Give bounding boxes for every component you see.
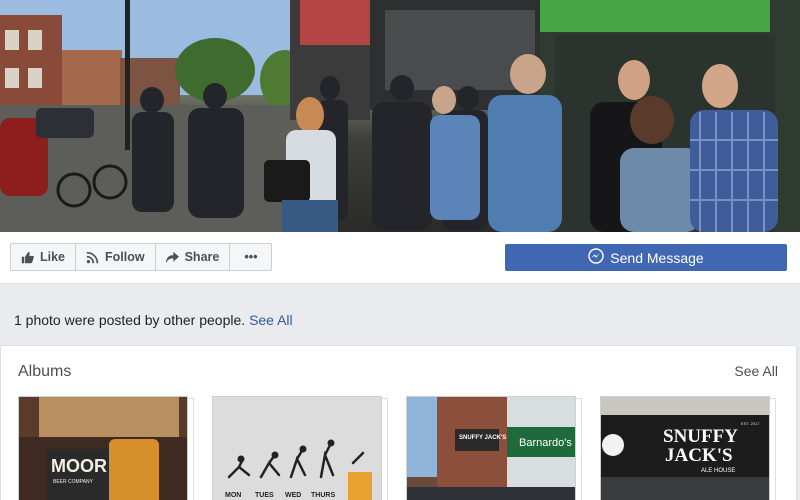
share-label: Share bbox=[184, 250, 220, 264]
album-2-day-wed: WED bbox=[285, 492, 301, 499]
like-button[interactable]: Like bbox=[10, 243, 77, 271]
album-item[interactable]: EST. 2017 SNUFFY JACK'S ALE HOUSE bbox=[600, 396, 776, 500]
share-button[interactable]: Share bbox=[154, 243, 231, 271]
rss-follow-icon bbox=[86, 251, 99, 264]
page-action-bar: Like Follow Share ••• Send Message bbox=[0, 232, 800, 284]
share-arrow-icon bbox=[165, 251, 179, 264]
cover-photo[interactable] bbox=[0, 0, 800, 232]
album-item[interactable]: MON TUES WED THURS bbox=[212, 396, 388, 500]
album-cover-thumbnail[interactable]: MOOR BEER COMPANY bbox=[18, 396, 188, 500]
album-2-day-thurs: THURS bbox=[311, 492, 335, 499]
album-1-sign-sub: BEER COMPANY bbox=[53, 479, 94, 485]
album-cover-image: MOOR BEER COMPANY bbox=[19, 397, 187, 500]
cover-photo-image bbox=[0, 0, 800, 232]
album-2-day-tues: TUES bbox=[255, 492, 274, 499]
album-4-est-text: EST. 2017 bbox=[741, 421, 760, 426]
album-3-shop-text: Barnardo's bbox=[519, 437, 572, 449]
album-cover-image: MON TUES WED THURS bbox=[213, 397, 381, 500]
posted-by-others-see-all-link[interactable]: See All bbox=[249, 312, 293, 328]
album-item[interactable]: SNUFFY JACK'S Barnardo's bbox=[406, 396, 582, 500]
more-dots-icon: ••• bbox=[244, 250, 258, 264]
follow-button[interactable]: Follow bbox=[75, 243, 156, 271]
album-cover-thumbnail[interactable]: MON TUES WED THURS bbox=[212, 396, 382, 500]
album-cover-image: EST. 2017 SNUFFY JACK'S ALE HOUSE bbox=[601, 397, 769, 500]
album-4-sign-sub: ALE HOUSE bbox=[701, 468, 735, 474]
send-message-label: Send Message bbox=[610, 249, 704, 266]
thumbs-up-icon bbox=[21, 251, 34, 264]
send-message-button[interactable]: Send Message bbox=[505, 244, 787, 271]
albums-title: Albums bbox=[18, 363, 72, 380]
follow-label: Follow bbox=[105, 250, 145, 264]
album-cover-image: SNUFFY JACK'S Barnardo's bbox=[407, 397, 575, 500]
page-action-buttons: Like Follow Share ••• bbox=[10, 243, 273, 271]
like-label: Like bbox=[40, 250, 66, 264]
album-cover-thumbnail[interactable]: EST. 2017 SNUFFY JACK'S ALE HOUSE bbox=[600, 396, 770, 500]
more-options-button[interactable]: ••• bbox=[229, 243, 273, 271]
posted-by-others-text: 1 photo were posted by other people. bbox=[14, 312, 246, 328]
albums-see-all-link[interactable]: See All bbox=[734, 363, 778, 379]
album-4-sign-line1: SNUFFY bbox=[663, 426, 738, 447]
album-4-sign-line2: JACK'S bbox=[665, 445, 733, 466]
album-1-sign-text: MOOR bbox=[51, 456, 107, 476]
messenger-icon bbox=[588, 248, 604, 267]
album-item[interactable]: MOOR BEER COMPANY bbox=[18, 396, 194, 500]
album-3-sign-text: SNUFFY JACK'S bbox=[459, 435, 506, 441]
album-2-day-mon: MON bbox=[225, 492, 241, 499]
albums-section: Albums See All MOOR BEER COMPANY MON TUE… bbox=[0, 345, 797, 500]
album-cover-thumbnail[interactable]: SNUFFY JACK'S Barnardo's bbox=[406, 396, 576, 500]
posted-by-others: 1 photo were posted by other people. See… bbox=[14, 312, 293, 328]
